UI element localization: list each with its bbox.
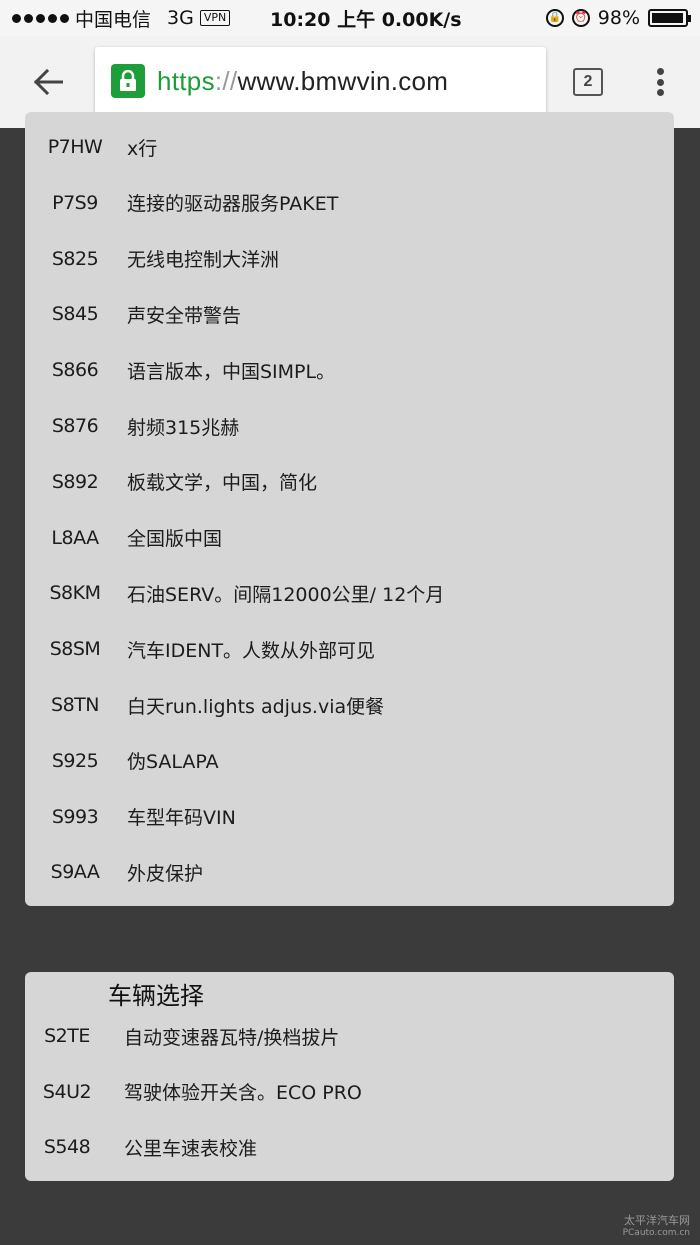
option-description: x行 [127,137,158,160]
address-bar[interactable]: https://www.bmwvin.com [95,47,546,115]
list-item: S9AA 外皮保护 [25,852,674,892]
option-code: S876 [51,415,99,437]
list-item: S876 射频315兆赫 [25,406,674,446]
url-separator: :// [214,65,238,96]
option-code: P7S9 [52,191,98,214]
option-description: 自动变速器瓦特/换档拔片 [124,1026,340,1049]
watermark-line: 太平洋汽车网 [624,1214,690,1227]
status-bar: 中国电信 3G VPN 10:20 上午 0.00K/s 🔒 ⏰ 98% [0,0,700,36]
carrier-name: 中国电信 [75,8,152,31]
option-code: S9AA [50,861,100,884]
list-item: S866 语言版本，中国SIMPL。 [25,350,674,390]
option-description: 无线电控制大洋洲 [127,249,280,272]
list-item: S2TE 自动变速器瓦特/换档拔片 [25,1016,674,1056]
url-text: https://www.bmwvin.com [157,66,448,97]
lock-icon [111,64,145,98]
list-item: S925 伪SALAPA [25,741,674,781]
battery-percent: 98% [597,7,640,29]
option-code: S8SM [49,638,101,661]
option-code: S845 [51,303,99,326]
option-description: 全国版中国 [127,528,223,551]
list-item: S825 无线电控制大洋洲 [25,239,674,279]
list-item: P7HW x行 [25,127,674,167]
list-item: S8SM 汽车IDENT。人数从外部可见 [25,629,674,669]
battery-icon [648,9,691,27]
option-description: 板载文学，中国，简化 [127,472,318,495]
option-description: 白天run.lights adjus.via便餐 [127,695,385,718]
option-code: S8TN [51,694,99,716]
vehicle-selection-card: 车辆选择 S2TE 自动变速器瓦特/换档拔片 S4U2 驾驶体验开关含。ECO PRO… [25,972,674,1181]
option-code: S892 [51,470,99,493]
network-type: 3G [167,7,194,29]
url-scheme: https [157,65,215,96]
option-code: S548 [43,1136,91,1158]
option-code: S993 [51,805,99,828]
option-code: S2TE [44,1025,90,1047]
rotation-lock-icon: 🔒 [545,9,564,27]
watermark: 太平洋汽车网 PCauto.com.cn [623,1215,690,1239]
option-description: 公里车速表校准 [124,1137,258,1160]
option-description: 汽车IDENT。人数从外部可见 [127,639,376,662]
alarm-icon: ⏰ [571,9,590,27]
options-card: P7HW x行 P7S9 连接的驱动器服务PAKET S825 无线电控制大洋洲 S845 声… [25,112,674,906]
option-code: S8KM [49,582,101,605]
menu-dot-icon [656,68,664,75]
list-item: S8TN 白天run.lights adjus.via便餐 [25,685,674,725]
tab-switcher-button[interactable]: 2 [573,68,603,96]
option-code: P7HW [47,136,103,158]
vpn-badge: VPN [199,10,231,26]
option-description: 石油SERV。间隔12000公里/ 12个月 [127,583,445,606]
signal-strength-icon [12,13,69,23]
list-item: S892 板载文学，中国，简化 [25,462,674,502]
option-description: 外皮保护 [127,862,204,885]
option-code: S925 [51,749,99,772]
option-description: 驾驶体验开关含。ECO PRO [124,1082,362,1104]
option-description: 车型年码VIN [127,807,236,830]
list-item: S4U2 驾驶体验开关含。ECO PRO [25,1072,674,1112]
option-description: 声安全带警告 [127,304,242,327]
watermark-line: PCauto.com.cn [622,1228,690,1238]
menu-dot-icon [656,89,664,96]
section-title: 车辆选择 [108,982,204,1010]
overflow-menu-button[interactable] [648,64,672,100]
back-arrow-icon [33,69,63,95]
option-code: L8AA [51,526,99,549]
list-item: S993 车型年码VIN [25,797,674,837]
option-code: S866 [51,359,99,382]
option-description: 连接的驱动器服务PAKET [127,193,339,216]
status-time: 10:20 上午 0.00K/s [270,8,462,31]
option-description: 语言版本，中国SIMPL。 [127,360,336,383]
back-button[interactable] [26,60,70,104]
list-item: P7S9 连接的驱动器服务PAKET [25,183,674,223]
option-code: S825 [51,247,99,270]
list-item: S8KM 石油SERV。间隔12000公里/ 12个月 [25,573,674,613]
option-description: 伪SALAPA [127,751,219,774]
list-item: L8AA 全国版中国 [25,518,674,558]
list-item: S548 公里车速表校准 [25,1127,674,1167]
url-host: www.bmwvin.com [237,65,449,96]
menu-dot-icon [656,78,664,86]
list-item: S845 声安全带警告 [25,294,674,334]
option-description: 射频315兆赫 [127,416,240,439]
option-code: S4U2 [42,1080,92,1103]
